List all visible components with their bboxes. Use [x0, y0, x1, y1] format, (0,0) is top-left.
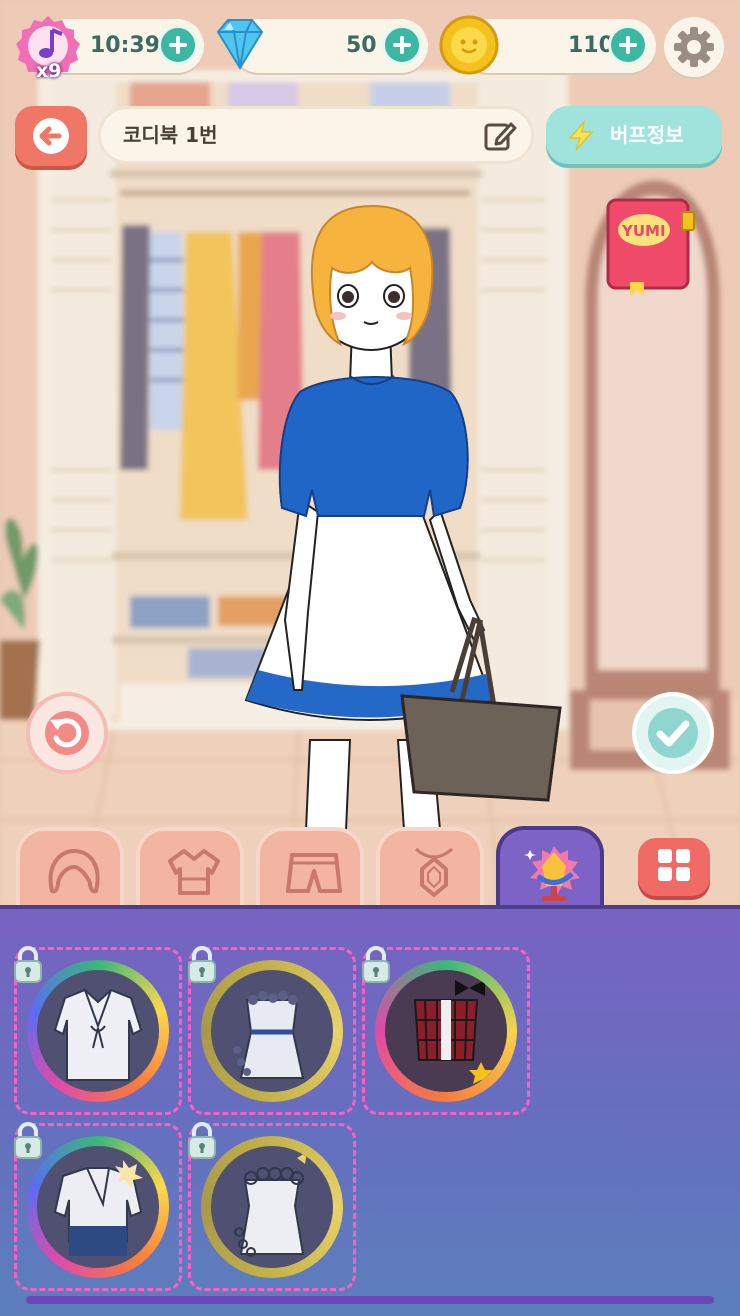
item-card-floral-wreath-top[interactable] [188, 1122, 356, 1291]
notebook-icon [606, 198, 695, 296]
item-card-sailor-collar-blouse[interactable] [14, 946, 182, 1115]
item-card-red-plaid-corset-top[interactable] [362, 946, 530, 1115]
tab-hair[interactable] [16, 827, 124, 905]
lock-icon [14, 1122, 42, 1159]
arrow-left-icon [33, 118, 69, 154]
confirm-button[interactable] [632, 692, 714, 774]
hair-icon [48, 849, 100, 894]
hanbok-top-icon [53, 1160, 143, 1256]
tab-top[interactable] [136, 827, 244, 905]
edit-pencil-icon[interactable] [483, 119, 517, 153]
gear-icon [674, 27, 714, 67]
sailor-blouse-icon [53, 988, 143, 1081]
item-card-flower-lace-dress[interactable] [188, 946, 356, 1115]
notebook-label: YUMI [622, 222, 666, 240]
blouse-icon [168, 849, 220, 895]
add-energy-button[interactable] [158, 25, 198, 65]
lock-icon [188, 1122, 216, 1159]
item-panel [0, 905, 740, 1316]
undo-button[interactable] [26, 692, 108, 774]
add-coins-button[interactable] [608, 25, 648, 65]
settings-button[interactable] [664, 17, 724, 77]
item-card-hanbok-flower-top[interactable] [14, 1122, 182, 1291]
outfit-name-field[interactable]: 코디북 1번 [98, 106, 534, 164]
buff-info-label: 버프정보 [610, 123, 684, 147]
lightning-icon [568, 120, 594, 151]
mannequin-rainbow-icon [524, 846, 580, 901]
diamond-icon [216, 19, 264, 70]
grid-icon [658, 849, 690, 881]
add-gems-button[interactable] [382, 25, 422, 65]
tab-bottom[interactable] [256, 827, 364, 905]
buff-info-button[interactable]: 버프정보 [546, 106, 722, 164]
shorts-icon [286, 853, 342, 893]
floral-top-icon [234, 1152, 307, 1257]
tab-accessory[interactable] [376, 827, 484, 905]
grid-view-button[interactable] [638, 838, 710, 896]
lock-icon [362, 946, 390, 983]
undo-icon [45, 711, 89, 755]
back-button[interactable] [15, 106, 87, 166]
gems-value: 50 [346, 33, 377, 58]
lock-icon [14, 946, 42, 983]
dressing-room-scene: 10:39 x9 50 110 코디북 1번 버프정보 YUMI [0, 0, 740, 905]
energy-multiplier: x9 [36, 60, 62, 82]
checkmark-icon [648, 708, 698, 758]
plaid-corset-icon [413, 980, 493, 1084]
lace-dress-icon [233, 991, 305, 1079]
yumi-notebook-button[interactable]: YUMI [604, 198, 698, 296]
tab-special[interactable] [496, 826, 604, 905]
energy-timer-value: 10:39 [90, 33, 161, 58]
pendant-icon [415, 847, 453, 897]
outfit-name-text: 코디북 1번 [123, 123, 218, 147]
item-panel-scrollbar[interactable] [26, 1296, 714, 1304]
coin-icon [439, 15, 499, 75]
lock-icon [188, 946, 216, 983]
